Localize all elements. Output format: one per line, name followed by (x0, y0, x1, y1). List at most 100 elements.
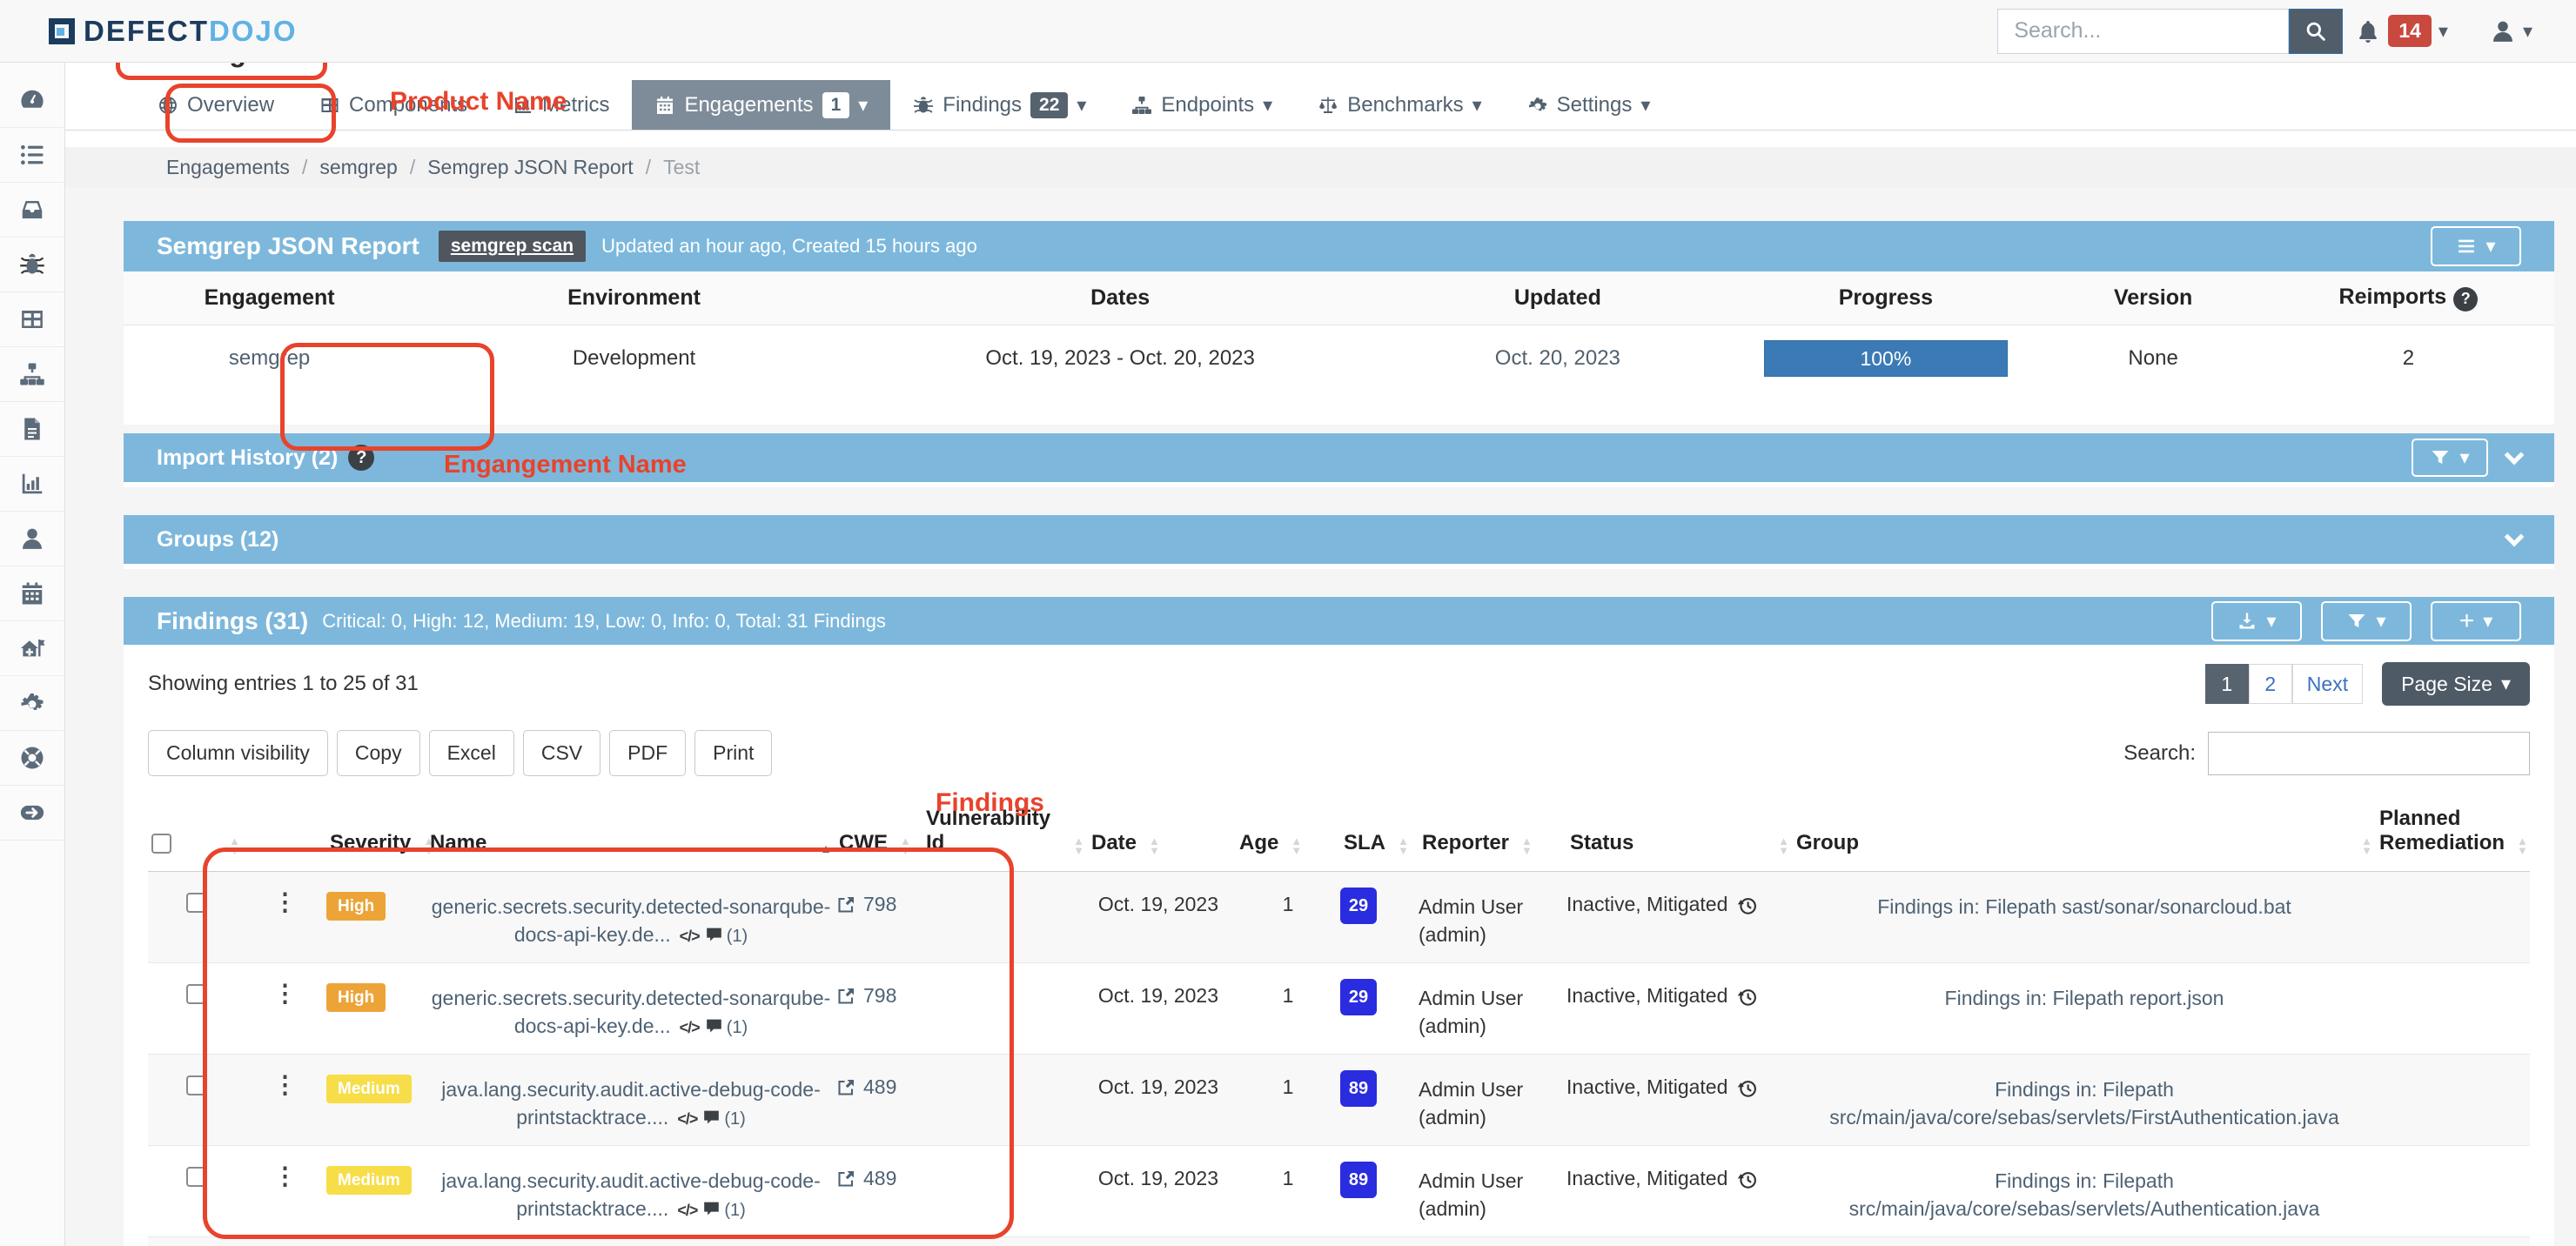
tab-engagements[interactable]: Engagements1▾ (632, 80, 890, 130)
sort-arrows[interactable]: ▲▼ (2361, 836, 2372, 855)
collapse-chevron-icon[interactable] (2505, 527, 2525, 547)
findings-download-button[interactable]: ▾ (2211, 601, 2302, 641)
row-actions-menu[interactable]: ⋮ (273, 1075, 298, 1095)
header-date[interactable]: Date (1091, 831, 1137, 855)
row-checkbox[interactable] (186, 893, 206, 913)
page-size-button[interactable]: Page Size ▾ (2382, 662, 2530, 706)
row-actions-menu[interactable]: ⋮ (273, 893, 298, 912)
sidebar-item-benchmarks[interactable] (0, 621, 64, 676)
history-icon[interactable] (1736, 1077, 1759, 1100)
comment-icon[interactable] (702, 1109, 721, 1127)
row-actions-menu[interactable]: ⋮ (273, 984, 298, 1003)
pdf-button[interactable]: PDF (609, 730, 686, 776)
header-vulnerability-id[interactable]: Vulnerability Id (926, 807, 1061, 855)
header-sla[interactable]: SLA (1344, 831, 1385, 855)
sort-arrows[interactable]: ▲▼ (900, 836, 911, 855)
comment-icon[interactable] (705, 1017, 723, 1035)
tab-components[interactable]: Components (297, 80, 490, 130)
print-button[interactable]: Print (694, 730, 772, 776)
findings-add-button[interactable]: + ▾ (2431, 601, 2521, 641)
updated-link[interactable]: Oct. 20, 2023 (1387, 346, 1727, 371)
group-link[interactable]: Findings in: Filepathsrc/main/java/core/… (1793, 1146, 2376, 1235)
cwe-link[interactable]: 798 (835, 963, 922, 1020)
finding-name-link[interactable]: generic.secrets.security.detected-sonarq… (432, 895, 831, 918)
finding-name-link[interactable]: printstacktrace.... (516, 1197, 668, 1220)
collapse-chevron-icon[interactable] (2505, 445, 2525, 466)
sidebar-item-dashboard[interactable] (0, 73, 64, 128)
select-all-checkbox[interactable] (151, 834, 171, 854)
tab-overview[interactable]: Overview (135, 80, 297, 130)
history-icon[interactable] (1736, 986, 1759, 1008)
groups-bar[interactable]: Groups (12) (124, 515, 2554, 564)
sidebar-item-reports[interactable] (0, 402, 64, 457)
column-visibility-button[interactable]: Column visibility (148, 730, 328, 776)
finding-name-link[interactable]: docs-api-key.de... (514, 923, 671, 946)
engagement-link[interactable]: semgrep (124, 346, 415, 371)
sidebar-item-calendar[interactable] (0, 566, 64, 621)
sidebar-item-settings[interactable] (0, 676, 64, 731)
breadcrumb-semgrep[interactable]: semgrep (319, 156, 397, 179)
row-checkbox[interactable] (186, 1167, 206, 1187)
import-history-filter-button[interactable]: ▾ (2412, 439, 2488, 477)
sidebar-item-support[interactable] (0, 731, 64, 786)
search-button[interactable] (2289, 9, 2343, 54)
row-actions-menu[interactable]: ⋮ (273, 1167, 298, 1186)
sidebar-item-components[interactable] (0, 292, 64, 347)
comment-icon[interactable] (705, 926, 723, 944)
tab-endpoints[interactable]: Endpoints▾ (1109, 80, 1295, 130)
excel-button[interactable]: Excel (429, 730, 514, 776)
tab-findings[interactable]: Findings22▾ (890, 80, 1109, 130)
page-1-button[interactable]: 1 (2205, 664, 2249, 704)
header-group[interactable]: Group (1796, 831, 1859, 855)
sort-arrows[interactable]: ▲▼ (1291, 836, 1302, 855)
user-menu[interactable]: ▾ (2490, 18, 2532, 44)
copy-button[interactable]: Copy (337, 730, 420, 776)
cwe-link[interactable]: 489 (835, 1055, 922, 1111)
sidebar-item-list[interactable] (0, 128, 64, 183)
history-icon[interactable] (1736, 894, 1759, 917)
sidebar-item-metrics[interactable] (0, 457, 64, 512)
header-name[interactable]: Name (430, 831, 486, 855)
row-checkbox[interactable] (186, 1075, 206, 1095)
sort-arrows[interactable]: ▲▼ (1521, 836, 1533, 855)
sidebar-item-users[interactable] (0, 512, 64, 566)
sidebar-item-findings[interactable] (0, 238, 64, 292)
page-2-button[interactable]: 2 (2249, 664, 2292, 704)
group-link[interactable]: Findings in: Filepathsrc/main/java/core/… (1793, 1055, 2376, 1143)
header-cwe[interactable]: CWE (839, 831, 888, 855)
sort-arrows[interactable]: ▲▼ (1149, 836, 1160, 855)
breadcrumb-engagements[interactable]: Engagements (166, 156, 290, 179)
history-icon[interactable] (1736, 1169, 1759, 1191)
notifications-menu[interactable]: 14 ▾ (2355, 15, 2448, 47)
sort-arrows[interactable]: ▲▼ (2517, 836, 2528, 855)
sort-arrows[interactable]: ▲▼ (229, 836, 240, 855)
cwe-link[interactable]: 489 (835, 1146, 922, 1202)
import-history-bar[interactable]: Import History (2) ? ▾ (124, 433, 2554, 482)
group-link[interactable]: Findings in: Filepath report.json (1793, 963, 2376, 1024)
finding-name-link[interactable]: java.lang.security.audit.active-debug-co… (441, 1078, 821, 1101)
scan-type-badge[interactable]: semgrep scan (439, 231, 586, 262)
finding-name-link[interactable]: printstacktrace.... (516, 1106, 668, 1129)
tab-metrics[interactable]: Metrics (490, 80, 632, 130)
row-checkbox[interactable] (186, 984, 206, 1004)
tab-settings[interactable]: Settings▾ (1505, 80, 1674, 130)
question-circle-icon[interactable]: ? (348, 445, 374, 471)
next-page-button[interactable]: Next (2292, 664, 2363, 704)
defectdojo-logo[interactable]: DEFECTDOJO (49, 15, 298, 48)
sort-arrows[interactable]: ▲▼ (1073, 836, 1084, 855)
table-search-input[interactable] (2208, 732, 2530, 775)
finding-name-link[interactable]: generic.secrets.security.detected-sonarq… (432, 987, 831, 1009)
finding-name-link[interactable]: java.lang.security.audit.active-debug-co… (441, 1169, 821, 1192)
header-planned-remediation[interactable]: Planned Remediation (2379, 807, 2505, 855)
sidebar-item-logout[interactable] (0, 786, 64, 841)
sort-arrows[interactable]: ▲▼ (1778, 836, 1789, 855)
comment-icon[interactable] (702, 1200, 721, 1218)
sidebar-item-inbox[interactable] (0, 183, 64, 238)
tab-benchmarks[interactable]: Benchmarks▾ (1295, 80, 1504, 130)
csv-button[interactable]: CSV (523, 730, 600, 776)
search-input[interactable] (1997, 9, 2289, 54)
sort-asc-icon[interactable]: ▲ (820, 841, 832, 855)
header-status[interactable]: Status (1570, 831, 1633, 855)
header-reporter[interactable]: Reporter (1422, 831, 1509, 855)
group-link[interactable]: Findings in: Filepath sast/sonar/sonarcl… (1793, 872, 2376, 933)
